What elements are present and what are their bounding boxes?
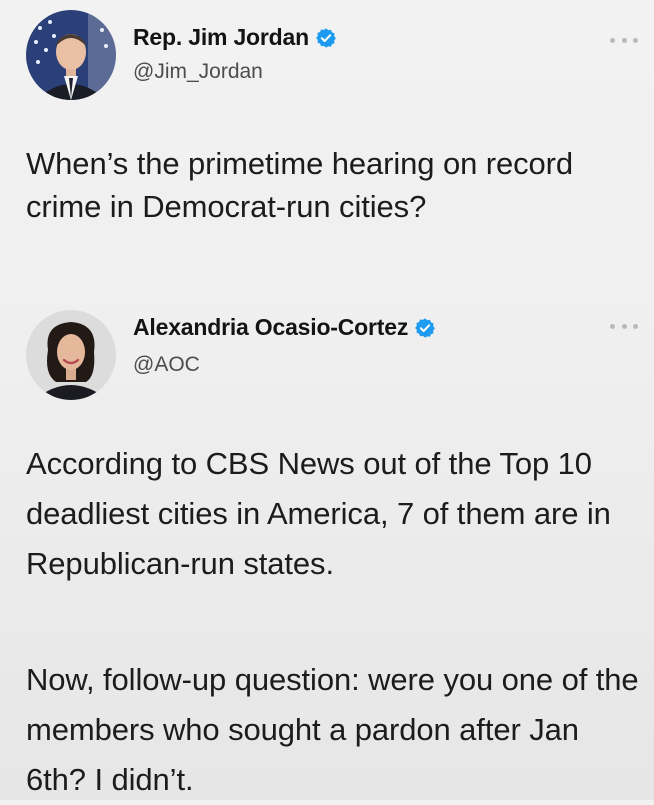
more-options-icon[interactable]: [610, 322, 638, 332]
author-handle[interactable]: @AOC: [133, 353, 200, 377]
avatar-aoc[interactable]: [26, 310, 116, 400]
tweet-text-paragraph-1: According to CBS News out of the Top 10 …: [26, 446, 611, 581]
tweet-text-paragraph-2: Now, follow-up question: were you one of…: [26, 662, 639, 797]
author-name[interactable]: Rep. Jim Jordan: [133, 24, 309, 51]
verified-badge-icon: [415, 317, 436, 338]
more-options-icon[interactable]: [610, 36, 638, 46]
author-name[interactable]: Alexandria Ocasio-Cortez: [133, 314, 408, 341]
author-name-row[interactable]: Rep. Jim Jordan: [133, 24, 337, 51]
tweet-text: When’s the primetime hearing on record c…: [26, 146, 574, 224]
author-handle[interactable]: @Jim_Jordan: [133, 60, 263, 84]
verified-badge-icon: [316, 27, 336, 48]
tweet-aoc[interactable]: Alexandria Ocasio-Cortez @AOC According …: [0, 292, 654, 800]
avatar-jim-jordan[interactable]: [26, 10, 116, 100]
tweet-jim-jordan[interactable]: Rep. Jim Jordan @Jim_Jordan When’s the p…: [0, 0, 654, 292]
author-name-row[interactable]: Alexandria Ocasio-Cortez: [133, 314, 436, 341]
